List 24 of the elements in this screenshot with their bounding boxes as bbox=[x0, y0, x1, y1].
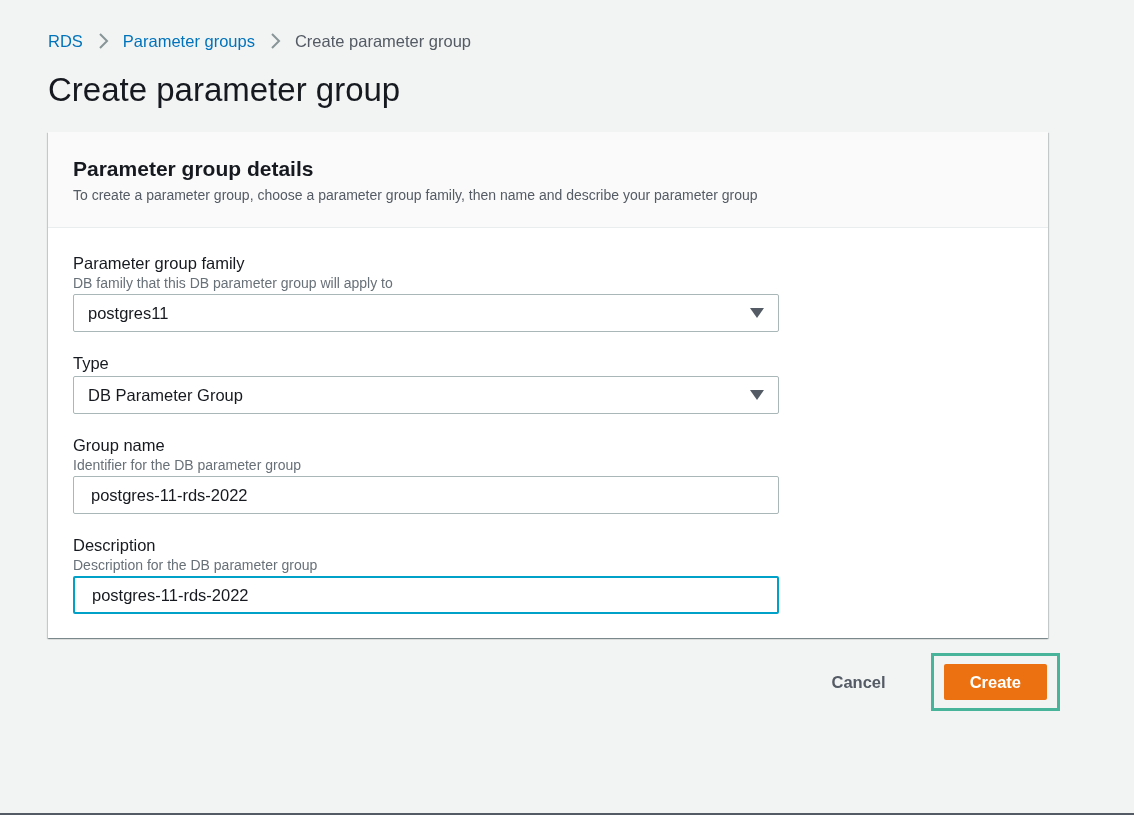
card-title: Parameter group details bbox=[73, 156, 315, 182]
field-hint: Description for the DB parameter group bbox=[73, 556, 319, 574]
breadcrumb-link[interactable]: Parameter groups bbox=[122, 31, 255, 51]
breadcrumb-link[interactable]: RDS bbox=[48, 31, 83, 51]
cancel-button[interactable]: Cancel bbox=[827, 664, 890, 700]
field-label: Type bbox=[73, 353, 110, 374]
select-value: DB Parameter Group bbox=[88, 385, 243, 405]
breadcrumb-current: Create parameter group bbox=[294, 31, 472, 51]
caret-down-icon bbox=[750, 308, 764, 318]
field-hint: DB family that this DB parameter group will apply to bbox=[73, 274, 394, 292]
chevron-right-icon bbox=[268, 33, 281, 49]
field-label: Parameter group family bbox=[73, 253, 246, 274]
page-title: Create parameter group bbox=[48, 70, 402, 110]
select-field[interactable]: postgres11 bbox=[73, 294, 779, 332]
input-field[interactable]: postgres-11-rds-2022 bbox=[73, 576, 779, 614]
card-description: To create a parameter group, choose a parameter group family, then name and describe your parameter group bbox=[73, 187, 759, 203]
caret-down-icon bbox=[750, 390, 764, 400]
input-field[interactable]: postgres-11-rds-2022 bbox=[73, 476, 779, 514]
field-hint: Identifier for the DB parameter group bbox=[73, 456, 302, 474]
select-field[interactable]: DB Parameter Group bbox=[73, 376, 779, 414]
field-label: Description bbox=[73, 535, 157, 556]
select-value: postgres11 bbox=[88, 303, 169, 323]
field-label: Group name bbox=[73, 435, 166, 456]
chevron-right-icon bbox=[96, 33, 109, 49]
